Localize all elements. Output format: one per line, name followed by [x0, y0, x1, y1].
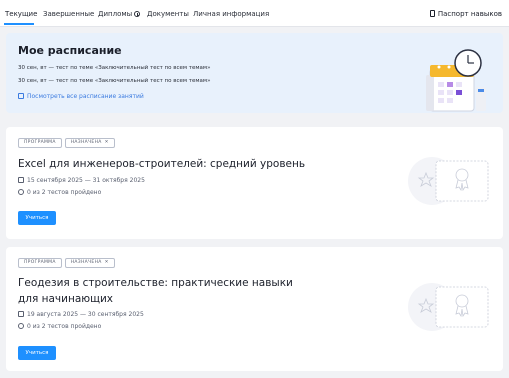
learn-button[interactable]: Учиться — [18, 211, 56, 225]
top-navigation: Текущие Завершенные Дипломы Документы Ли… — [0, 0, 509, 27]
view-full-schedule-link[interactable]: Посмотреть все расписание занятий — [18, 93, 144, 100]
assigned-badge-label: НАЗНАЧЕНА — [70, 140, 102, 145]
close-icon: ✕ — [104, 260, 109, 265]
tab-current[interactable]: Текущие — [5, 10, 37, 18]
assigned-badge: НАЗНАЧЕНА ✕ — [64, 138, 115, 148]
course-dates: 19 августа 2025 — 30 сентября 2025 — [18, 311, 144, 318]
calendar-clock-illustration — [426, 49, 486, 112]
tab-diplomas[interactable]: Дипломы — [98, 10, 141, 18]
course-title[interactable]: Геодезия в строительстве: практические н… — [18, 275, 308, 307]
schedule-item: 30 сен, вт — тест по теме «Заключительны… — [18, 78, 211, 84]
program-badge: ПРОГРАММА — [18, 138, 62, 148]
clock-icon — [134, 11, 141, 17]
course-card: ПРОГРАММА НАЗНАЧЕНА ✕ Excel для инженеров-… — [6, 127, 503, 239]
tab-documents[interactable]: Документы — [147, 10, 189, 18]
tab-completed[interactable]: Завершенные — [43, 10, 94, 18]
course-title[interactable]: Excel для инженеров-строителей: средний … — [18, 156, 378, 172]
calendar-icon — [18, 177, 24, 183]
skills-passport-label: Паспорт навыков — [437, 10, 502, 18]
tab-diplomas-label: Дипломы — [98, 10, 133, 18]
view-full-schedule-label: Посмотреть все расписание занятий — [27, 93, 144, 100]
course-dates-label: 15 сентября 2025 — 31 октября 2025 — [27, 177, 145, 184]
skills-passport-link[interactable]: Паспорт навыков — [429, 10, 502, 18]
course-progress: 0 из 2 тестов пройдено — [18, 323, 101, 330]
course-card: ПРОГРАММА НАЗНАЧЕНА ✕ Геодезия в строитель… — [6, 247, 503, 371]
assigned-badge-label: НАЗНАЧЕНА — [70, 260, 102, 265]
calendar-icon — [18, 311, 24, 317]
program-badge: ПРОГРАММА — [18, 258, 62, 268]
schedule-item: 30 сен, вт — тест по теме «Заключительны… — [18, 65, 211, 71]
check-circle-icon — [18, 189, 24, 195]
close-icon: ✕ — [104, 140, 109, 145]
course-badges: ПРОГРАММА НАЗНАЧЕНА ✕ — [18, 138, 118, 157]
passport-icon — [429, 10, 435, 17]
certificate-icon — [408, 157, 489, 205]
learn-button[interactable]: Учиться — [18, 346, 56, 360]
schedule-panel: Мое расписание 30 сен, вт — тест по теме… — [6, 33, 503, 113]
course-progress-label: 0 из 2 тестов пройдено — [27, 323, 102, 330]
tab-personal-info[interactable]: Личная информация — [193, 10, 269, 18]
calendar-icon — [18, 93, 24, 99]
course-progress-label: 0 из 2 тестов пройдено — [27, 189, 102, 196]
check-circle-icon — [18, 323, 24, 329]
course-dates-label: 19 августа 2025 — 30 сентября 2025 — [27, 311, 144, 318]
certificate-icon — [408, 283, 489, 331]
course-dates: 15 сентября 2025 — 31 октября 2025 — [18, 177, 145, 184]
assigned-badge: НАЗНАЧЕНА ✕ — [64, 258, 115, 268]
course-progress: 0 из 2 тестов пройдено — [18, 189, 101, 196]
active-tab-indicator — [4, 23, 34, 25]
schedule-title: Мое расписание — [18, 44, 122, 57]
